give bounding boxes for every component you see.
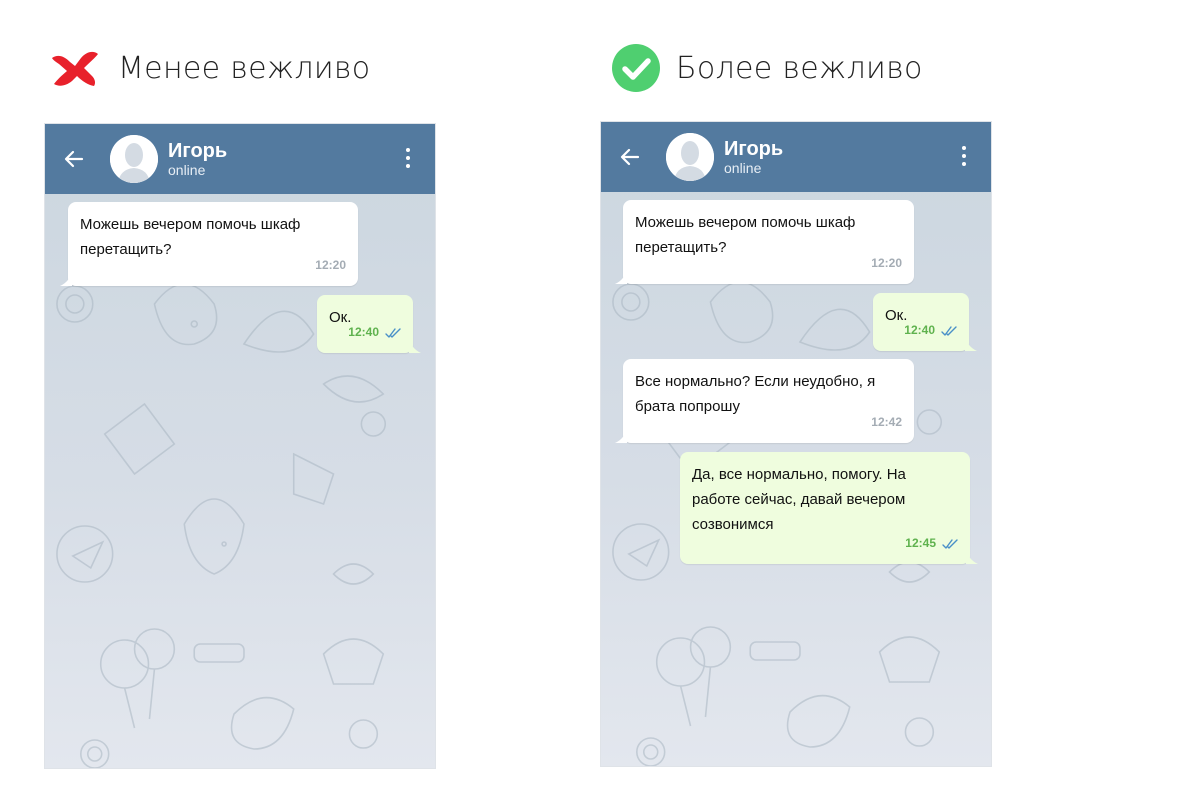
bubble-tail <box>966 550 978 564</box>
message-meta: 12:20 <box>871 251 902 276</box>
double-check-icon <box>941 325 957 336</box>
avatar[interactable] <box>110 135 158 183</box>
peer-info[interactable]: Игорь online <box>724 138 783 176</box>
message-meta: 12:40 <box>348 320 401 345</box>
message-time: 12:42 <box>871 415 902 429</box>
peer-status: online <box>724 160 762 176</box>
chat-screen-less-polite: Игорь online Можешь вечером помочь шкаф … <box>44 123 436 769</box>
more-polite-heading: Более вежливо <box>612 44 923 92</box>
double-check-icon <box>942 538 958 549</box>
message-meta: 12:20 <box>315 253 346 278</box>
bubble-tail <box>965 337 977 351</box>
message-bubble-outgoing[interactable]: Ок. 12:40 <box>873 293 977 351</box>
message-meta: 12:40 <box>904 318 957 343</box>
chat-screen-more-polite: Игорь online Можешь вечером помочь шкаф … <box>600 121 992 767</box>
message-text: Все нормально? Если неудобно, я брата по… <box>635 373 876 415</box>
message-bubble-outgoing[interactable]: Да, все нормально, помогу. На работе сей… <box>680 452 978 564</box>
message-text: Можешь вечером помочь шкаф перетащить? <box>80 216 301 258</box>
bubble-tail <box>60 272 72 286</box>
bubble-tail <box>409 339 421 353</box>
arrow-left-icon[interactable] <box>618 145 642 169</box>
message-bubble-incoming[interactable]: Можешь вечером помочь шкаф перетащить? 1… <box>60 202 358 286</box>
avatar[interactable] <box>666 133 714 181</box>
green-check-icon <box>612 44 660 92</box>
less-polite-heading: Менее вежливо <box>48 44 370 92</box>
message-time: 12:40 <box>348 325 379 339</box>
peer-name: Игорь <box>724 138 784 160</box>
message-meta: 12:45 <box>905 531 958 556</box>
more-polite-label: Более вежливо <box>676 50 923 86</box>
bubble-tail <box>615 270 627 284</box>
message-bubble-incoming[interactable]: Все нормально? Если неудобно, я брата по… <box>615 359 914 443</box>
message-bubble-outgoing[interactable]: Ок. 12:40 <box>317 295 421 353</box>
vertical-dots-icon[interactable] <box>961 146 967 168</box>
red-x-icon <box>48 48 102 88</box>
message-bubble-incoming[interactable]: Можешь вечером помочь шкаф перетащить? 1… <box>615 200 914 284</box>
double-check-icon <box>385 327 401 338</box>
message-text: Можешь вечером помочь шкаф перетащить? <box>635 214 856 256</box>
bubble-tail <box>615 429 627 443</box>
message-meta: 12:42 <box>871 410 902 435</box>
chat-header: Игорь online <box>601 122 991 192</box>
chat-header: Игорь online <box>45 124 435 194</box>
peer-status: online <box>168 162 206 178</box>
peer-name: Игорь <box>168 140 228 162</box>
message-time: 12:20 <box>315 258 346 272</box>
message-time: 12:40 <box>904 323 935 337</box>
message-time: 12:45 <box>905 536 936 550</box>
vertical-dots-icon[interactable] <box>405 148 411 170</box>
less-polite-label: Менее вежливо <box>118 50 371 86</box>
peer-info[interactable]: Игорь online <box>168 140 227 178</box>
arrow-left-icon[interactable] <box>62 147 86 171</box>
message-time: 12:20 <box>871 256 902 270</box>
message-text: Да, все нормально, помогу. На работе сей… <box>692 466 906 533</box>
